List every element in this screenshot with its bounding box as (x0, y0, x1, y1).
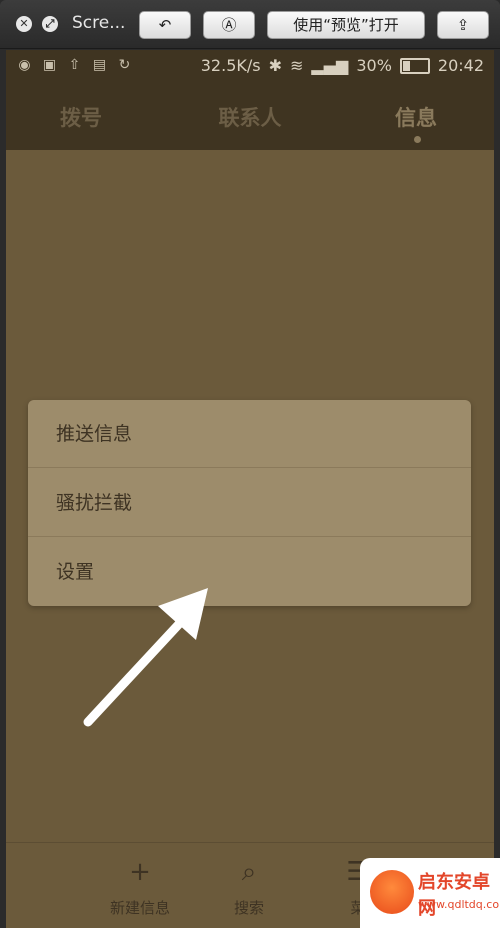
arrow-shaft (83, 605, 197, 727)
watermark-url: www.qdltdq.com (418, 898, 500, 911)
watermark-logo (370, 870, 414, 914)
watermark: 启东安卓网 www.qdltdq.com (360, 858, 500, 928)
watermark-title: 启东安卓网 (418, 872, 490, 919)
annotation-arrow (83, 588, 208, 727)
